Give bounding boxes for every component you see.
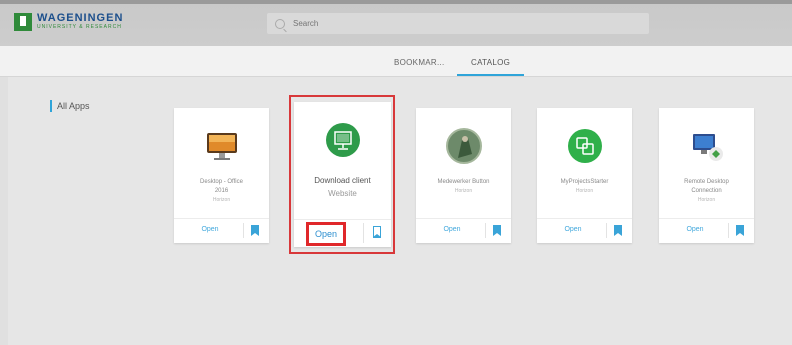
logo-name: WAGENINGEN [37,12,124,24]
card-footer: Open [537,218,632,243]
app-type: Horizon [454,188,473,194]
divider [485,223,486,238]
search-icon [275,18,285,29]
app-name: Desktop - Office [200,179,243,185]
app-card[interactable]: MyProjectsStarter Horizon Open [537,108,632,243]
projects-icon [567,129,602,163]
app-type: Horizon [575,188,594,194]
app-name-2: Connection [691,188,722,194]
app-card[interactable]: Desktop - Office 2016 Horizon Open [174,108,269,243]
sidebar-item-all-apps[interactable]: All Apps [50,100,90,112]
divider [243,223,244,238]
monitor-icon [206,133,237,160]
app-name: Remote Desktop [684,179,729,185]
app-title: Medewerker Button Horizon [420,178,507,196]
logo-subtitle: UNIVERSITY & RESEARCH [37,24,122,30]
open-button[interactable]: Open [174,226,246,233]
logo[interactable]: WAGENINGEN UNIVERSITY & RESEARCH [14,10,123,34]
bookmark-icon[interactable] [736,225,744,236]
app-type: Horizon [697,197,716,203]
app-name: MyProjectsStarter [560,179,609,185]
presentation-icon [325,123,360,157]
tab-bar: BOOKMAR... CATALOG [0,46,792,77]
search-box[interactable] [267,13,649,34]
card-footer: Open [294,219,391,247]
app-name-2: 2016 [214,188,229,194]
bookmark-outline-icon[interactable] [373,226,381,238]
open-button[interactable]: Open [306,222,346,246]
bookmark-icon[interactable] [251,225,259,236]
app-title: MyProjectsStarter Horizon [541,178,628,196]
app-title: Remote Desktop Connection Horizon [663,178,750,205]
bookmark-icon[interactable] [614,225,622,236]
bookmark-icon[interactable] [493,225,501,236]
app-title: Download client Website [298,174,387,200]
divider [606,223,607,238]
left-edge [0,77,8,345]
avatar-icon [445,128,482,164]
app-type: Horizon [212,197,231,203]
card-footer: Open [416,218,511,243]
app-name: Medewerker Button [437,179,490,185]
app-card-download-client[interactable]: Download client Website Open [294,102,391,247]
open-button[interactable]: Open [537,226,609,233]
remote-desktop-icon [692,134,723,161]
logo-mark-icon [14,13,32,31]
search-input[interactable] [291,18,635,29]
app-card[interactable]: Remote Desktop Connection Horizon Open [659,108,754,243]
divider [728,223,729,238]
tab-catalog[interactable]: CATALOG [457,58,525,76]
app-card[interactable]: Medewerker Button Horizon Open [416,108,511,243]
open-button[interactable]: Open [416,226,488,233]
app-name: Download client [314,176,371,185]
card-footer: Open [174,218,269,243]
card-footer: Open [659,218,754,243]
open-button[interactable]: Open [659,226,731,233]
top-bar: WAGENINGEN UNIVERSITY & RESEARCH [0,0,792,46]
app-title: Desktop - Office 2016 Horizon [178,178,265,205]
divider [363,223,364,243]
app-type: Website [328,189,357,198]
tab-bookmarks[interactable]: BOOKMAR... [394,58,445,67]
